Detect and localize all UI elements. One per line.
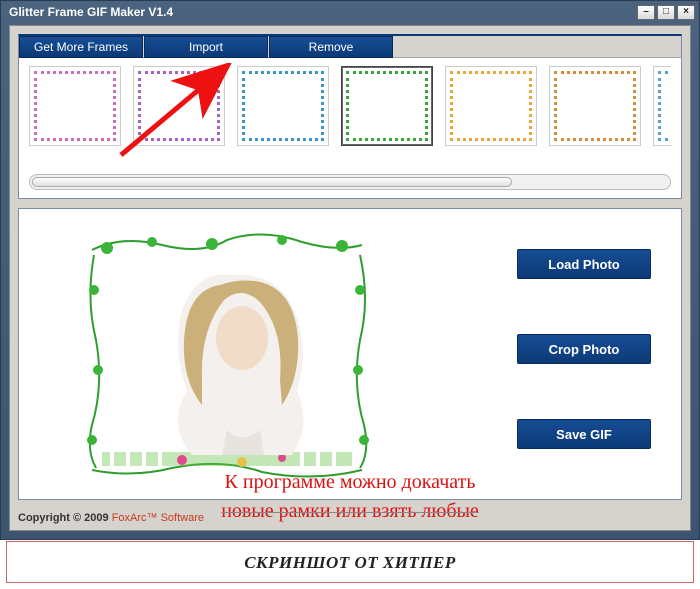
frame-thumb-1[interactable] [29, 66, 121, 146]
frames-toolbar: Get More Frames Import Remove [19, 36, 681, 58]
crop-photo-button[interactable]: Crop Photo [517, 334, 651, 364]
frames-strip[interactable] [29, 66, 671, 161]
window-title: Glitter Frame GIF Maker V1.4 [5, 5, 637, 19]
frame-thumb-4[interactable] [341, 66, 433, 146]
footer: Copyright © 2009 FoxArc™ Software [18, 512, 204, 524]
frame-decoration-icon [450, 71, 532, 141]
frame-thumb-5[interactable] [445, 66, 537, 146]
frame-decoration-icon [242, 71, 324, 141]
watermark-text: СКРИНШОТ ОТ ХИТПЕР [0, 553, 700, 573]
maximize-button[interactable]: □ [657, 5, 675, 20]
copyright-text: Copyright © 2009 [18, 512, 112, 524]
frame-decoration-icon [554, 71, 636, 141]
frames-scrollbar[interactable] [29, 174, 671, 190]
frame-thumb-6[interactable] [549, 66, 641, 146]
import-button[interactable]: Import [144, 36, 268, 58]
vendor-link[interactable]: FoxArc™ Software [112, 512, 204, 524]
window-controls: – □ × [637, 5, 695, 20]
frame-thumb-3[interactable] [237, 66, 329, 146]
side-buttons: Load Photo Crop Photo Save GIF [517, 249, 651, 449]
preview-image [81, 229, 371, 479]
frame-decoration-icon [346, 71, 428, 141]
frame-decoration-icon [658, 71, 671, 141]
titlebar: Glitter Frame GIF Maker V1.4 – □ × [1, 1, 699, 23]
frame-decoration-icon [34, 71, 116, 141]
frame-thumb-7[interactable] [653, 66, 671, 146]
load-photo-button[interactable]: Load Photo [517, 249, 651, 279]
client-area: Get More Frames Import Remove [9, 25, 691, 531]
get-more-frames-button[interactable]: Get More Frames [19, 36, 143, 58]
preview-panel: Load Photo Crop Photo Save GIF [18, 208, 682, 500]
remove-button[interactable]: Remove [269, 36, 393, 58]
close-button[interactable]: × [677, 5, 695, 20]
app-window: Glitter Frame GIF Maker V1.4 – □ × Get M… [0, 0, 700, 540]
minimize-button[interactable]: – [637, 5, 655, 20]
save-gif-button[interactable]: Save GIF [517, 419, 651, 449]
watermark-box [6, 541, 694, 583]
frame-thumb-2[interactable] [133, 66, 225, 146]
frames-panel: Get More Frames Import Remove [18, 34, 682, 199]
scrollbar-thumb[interactable] [32, 177, 512, 187]
frame-decoration-icon [138, 71, 220, 141]
photo-with-frame-icon [82, 230, 372, 480]
